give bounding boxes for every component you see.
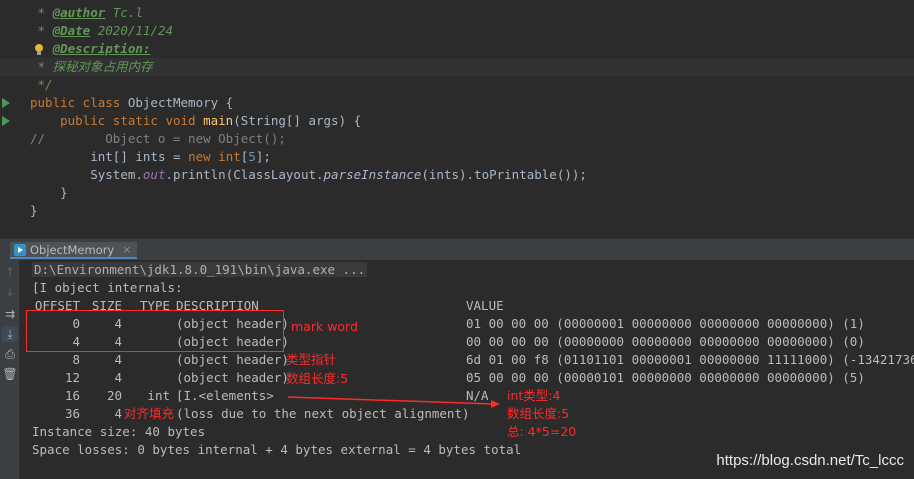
- row-description: (loss due to the next object alignment): [176, 406, 470, 421]
- row-description: (object header): [176, 370, 289, 385]
- soft-wrap-icon[interactable]: ⇉: [2, 306, 18, 322]
- annotation-array-length: 数组长度:5: [286, 371, 349, 386]
- run-tab-objectmemory[interactable]: ObjectMemory ×: [10, 242, 138, 259]
- commented-code-line: // Object o = new Object();: [30, 131, 286, 146]
- row-value: 6d 01 00 f8 (01101101 00000001 00000000 …: [466, 352, 914, 367]
- annotation-total: 总: 4*5=20: [507, 424, 577, 439]
- col-value: VALUE: [466, 298, 504, 313]
- run-class-gutter-icon[interactable]: [2, 98, 10, 108]
- class-close-brace: }: [30, 203, 38, 218]
- mark-word-highlight-box: [26, 310, 284, 352]
- row-description: (object header): [176, 352, 289, 367]
- up-arrow-icon[interactable]: ↑: [2, 264, 18, 280]
- print-icon[interactable]: ⎙: [2, 346, 18, 362]
- array-declaration: int[] ints = new int[5];: [90, 149, 271, 164]
- trash-icon[interactable]: 🗑: [2, 366, 18, 382]
- space-losses-line: Space losses: 0 bytes internal + 4 bytes…: [32, 442, 522, 457]
- run-toolbar: ↑ ↓ ⇉ ⤓ ⎙ 🗑: [0, 260, 20, 479]
- annotation-type-pointer: 类型指针: [286, 352, 337, 367]
- row-size: 20: [106, 388, 122, 403]
- doc-line-close: */: [30, 77, 53, 92]
- row-offset: 12: [64, 370, 80, 385]
- close-icon[interactable]: ×: [122, 243, 131, 256]
- row-type: [130, 351, 170, 369]
- doc-line-description: * @Description:: [52, 41, 151, 56]
- row-value: 00 00 00 00 (00000000 00000000 00000000 …: [466, 334, 865, 349]
- doc-line-date: * @Date 2020/11/24: [30, 23, 174, 38]
- down-arrow-icon[interactable]: ↓: [2, 284, 18, 300]
- doc-line-summary: * 探秘对象占用内存: [30, 59, 153, 74]
- run-main-gutter-icon[interactable]: [2, 116, 10, 126]
- row-offset: 8: [72, 352, 80, 367]
- method-close-brace: }: [30, 185, 68, 200]
- row-offset: 16: [64, 388, 80, 403]
- row-offset: 36: [64, 406, 80, 421]
- row-size: 4: [114, 370, 122, 385]
- row-size: 4: [114, 406, 122, 421]
- run-config-icon: [14, 243, 26, 256]
- class-declaration: public class ObjectMemory {: [30, 95, 234, 110]
- watermark: https://blog.csdn.net/Tc_lccc: [716, 452, 904, 469]
- run-tab-label: ObjectMemory: [30, 242, 115, 257]
- command-line: D:\Environment\jdk1.8.0_191\bin\java.exe…: [32, 262, 368, 277]
- instance-size-line: Instance size: 40 bytes: [32, 424, 206, 439]
- row-size: 4: [114, 352, 122, 367]
- doc-line-author: * @author Tc.l: [30, 5, 143, 20]
- row-type: [130, 369, 170, 387]
- row-type: int: [147, 388, 170, 403]
- annotation-mark-word: mark word: [291, 319, 358, 334]
- row-value: 01 00 00 00 (00000001 00000000 00000000 …: [466, 316, 865, 331]
- annotation-array-length-2: 数组长度:5: [507, 406, 570, 421]
- scroll-to-end-icon[interactable]: ⤓: [2, 326, 18, 342]
- annotation-alignment: 对齐填充: [124, 405, 175, 423]
- internals-header: [I object internals:: [32, 280, 183, 295]
- row-description: [I.<elements>: [176, 388, 274, 403]
- annotation-int-type: int类型:4: [507, 388, 561, 403]
- run-tool-window-header: ObjectMemory ×: [0, 238, 914, 260]
- code-editor[interactable]: * @author Tc.l * @Date 2020/11/24 * @Des…: [0, 0, 914, 238]
- console-output[interactable]: D:\Environment\jdk1.8.0_191\bin\java.exe…: [20, 260, 914, 479]
- row-value: 05 00 00 00 (00000101 00000000 00000000 …: [466, 370, 865, 385]
- main-declaration: public static void main(String[] args) {: [60, 113, 362, 128]
- print-statement: System.out.println(ClassLayout.parseInst…: [90, 167, 587, 182]
- row-value: N/A: [466, 388, 489, 403]
